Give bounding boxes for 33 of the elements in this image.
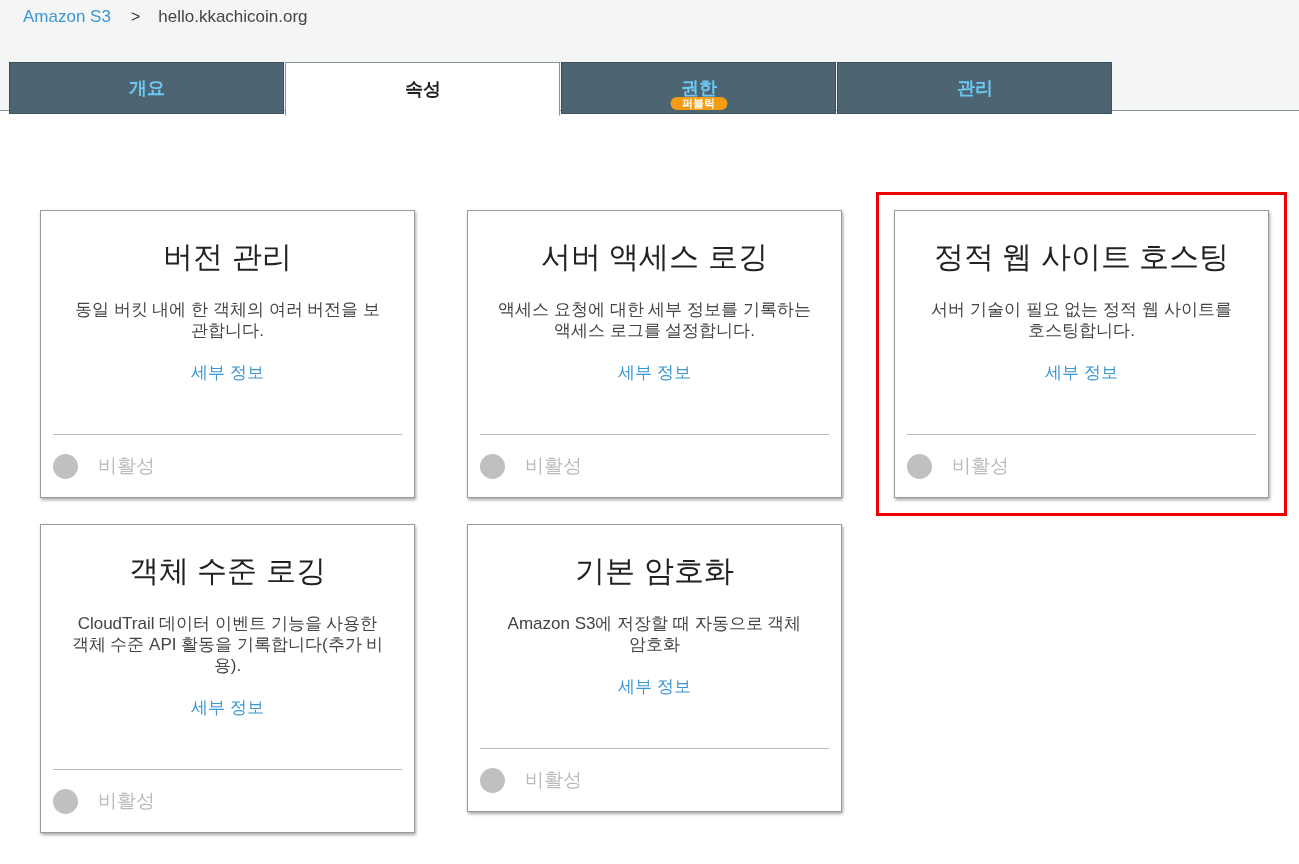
status-label: 비활성 [98, 454, 155, 478]
breadcrumb-link[interactable]: Amazon S3 [23, 7, 111, 27]
status-label: 비활성 [952, 454, 1009, 478]
details-link[interactable]: 세부 정보 [191, 697, 264, 719]
card-title: 정적 웹 사이트 호스팅 [934, 239, 1229, 275]
status-label: 비활성 [525, 768, 582, 792]
card-title: 객체 수준 로깅 [129, 553, 326, 589]
breadcrumb-separator: > [130, 8, 141, 26]
status-label: 비활성 [525, 454, 582, 478]
details-link[interactable]: 세부 정보 [618, 676, 691, 698]
status-indicator[interactable] [907, 453, 932, 479]
tab[interactable]: 권한 퍼블릭 [561, 62, 836, 114]
status-label: 비활성 [98, 789, 155, 813]
tab[interactable]: 개요 [9, 62, 284, 114]
details-link[interactable]: 세부 정보 [618, 362, 691, 384]
breadcrumb-current: hello.kkachicoin.org [158, 7, 308, 27]
card-title: 서버 액세스 로깅 [541, 239, 768, 275]
card-description: 동일 버킷 내에 한 객체의 여러 버전을 보관합니다. [73, 299, 382, 341]
card-title: 기본 암호화 [575, 553, 734, 589]
status-indicator[interactable] [480, 767, 505, 793]
details-link[interactable]: 세부 정보 [1045, 362, 1118, 384]
tab[interactable]: 관리 [837, 62, 1112, 114]
tab[interactable]: 속성 [285, 62, 560, 116]
card-description: Amazon S3에 저장할 때 자동으로 객체 암호화 [506, 613, 803, 655]
card-description: 액세스 요청에 대한 세부 정보를 기록하는 액세스 로그를 설정합니다. [497, 299, 812, 341]
details-link[interactable]: 세부 정보 [191, 362, 264, 384]
card-description: 서버 기술이 필요 없는 정적 웹 사이트를 호스팅합니다. [930, 299, 1233, 341]
status-indicator[interactable] [53, 788, 78, 814]
card-description: CloudTrail 데이터 이벤트 기능을 사용한 객체 수준 API 활동을 기록합니다(추가 비용). [70, 613, 385, 676]
status-indicator[interactable] [53, 453, 78, 479]
status-indicator[interactable] [480, 453, 505, 479]
card-title: 버전 관리 [163, 239, 292, 275]
public-badge: 퍼블릭 [670, 97, 727, 110]
